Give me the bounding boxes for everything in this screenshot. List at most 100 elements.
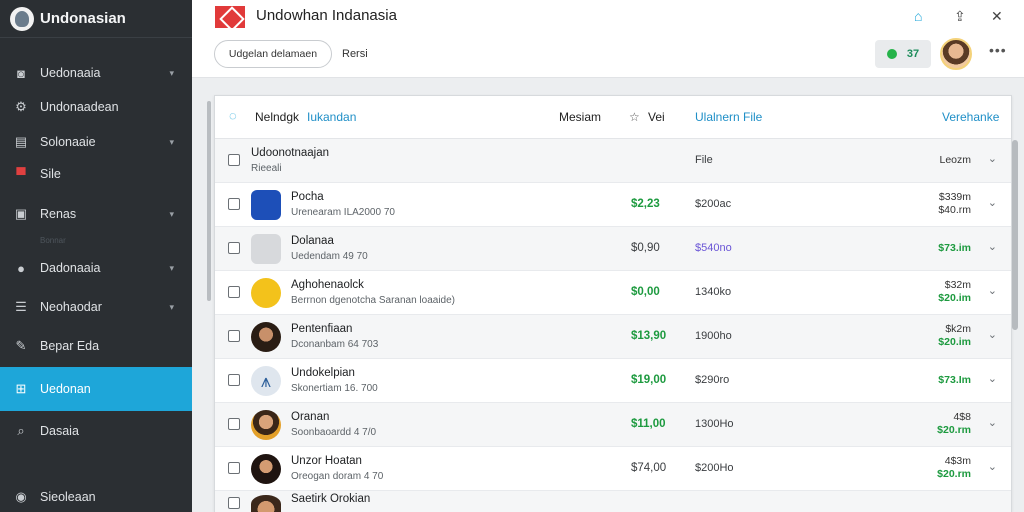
header-search-label: Nelndgk [255,110,300,124]
row-subtitle: Dconanbam 64 703 [291,339,379,350]
table-row[interactable]: Aghohenaolck Berrnon dgenotcha Saranan l… [215,271,1011,315]
row-right-value: $73.im [938,242,971,254]
row-file: 1340ko [695,286,732,298]
user-avatar[interactable] [940,38,972,70]
sidebar-item-renas[interactable]: ▣ Renas ▾ [0,192,192,236]
filter-pill-button[interactable]: Udgelan delamaen [214,40,332,68]
search-icon[interactable]: ◌ [229,108,237,123]
sidebar-item-label: Solonaaie [40,135,96,149]
sidebar-item-label: Sile [40,167,61,181]
column-header-file[interactable]: Ulalnern File [695,110,762,124]
avatar [251,495,281,512]
row-subtitle: Rieeali [251,163,282,174]
row-file: $200ac [695,198,732,210]
sidebar-item-label: Renas [40,207,77,221]
row-right-value-2: $20.im [938,336,971,348]
app-title: Undowhan Indanasia [256,7,397,24]
sidebar-item-label: Dasaia [40,424,79,438]
row-checkbox[interactable] [228,497,240,509]
sidebar-item-label: Undonaadean [40,100,119,114]
row-checkbox[interactable] [228,418,240,430]
avatar [251,410,281,440]
row-price: $11,00 [631,418,666,430]
table-row[interactable]: Udoonotnaajan Rieeali File Leozm ⌄ [215,139,1011,183]
chevron-down-icon[interactable]: ⌄ [988,284,997,297]
row-right-value-2: $20.rm [937,468,971,480]
chevron-down-icon: ▾ [169,136,174,147]
sidebar-item-label: Uedonan [40,382,91,396]
row-name: Aghohenaolck [291,279,364,291]
sidebar-caption: Bonnar [40,236,66,245]
pencil-icon: ✎ [15,338,27,353]
row-file: $540no [695,242,732,254]
table-row[interactable]: Saetirk Orokian [215,491,1011,512]
sidebar-item-uedonan[interactable]: ⊞ Uedonan [0,367,192,411]
close-icon[interactable]: ✕ [991,8,1003,25]
row-checkbox[interactable] [228,242,240,254]
chevron-down-icon[interactable]: ⌄ [988,240,997,253]
sidebar-brand[interactable]: Undonasian [0,0,192,38]
tower-icon: ⩚ [251,366,281,396]
panel-resize-handle[interactable] [207,101,211,301]
column-header-name[interactable]: Mesiam [559,110,601,124]
document-icon: ▤ [14,134,28,149]
sidebar-item-label: Neohaodar [40,300,102,314]
sidebar-item-sieoleaan[interactable]: ◉ Sieoleaan [0,475,192,512]
row-checkbox[interactable] [228,330,240,342]
home-icon[interactable]: ⌂ [914,8,922,24]
status-indicator[interactable]: 37 [875,40,931,68]
bag-icon: ▣ [14,206,28,221]
header-link[interactable]: Iukandan [307,110,356,124]
table-row[interactable]: ⩚ Undokelpian Skonertiam 16. 700 $19,00 … [215,359,1011,403]
row-name: Pocha [291,191,324,203]
sidebar-item-neohaodar[interactable]: ☰ Neohaodar ▾ [0,285,192,329]
table-row[interactable]: Unzor Hoatan Oreogan doram 4 70 $74,00 $… [215,447,1011,491]
camera-icon: ◙ [17,65,25,81]
chevron-down-icon[interactable]: ⌄ [988,152,997,165]
table-row[interactable]: Oranan Soonbaoardd 4 7/0 $11,00 1300Ho 4… [215,403,1011,447]
sidebar-item-label: Dadonaaia [40,261,101,275]
app-thumbnail-icon [251,234,281,264]
sidebar-item-sile[interactable]: ▀ Sile [0,152,192,196]
list-icon: ☰ [15,299,27,314]
sidebar-item-bepar-eda[interactable]: ✎ Bepar Eda [0,324,192,368]
vertical-scrollbar[interactable] [1012,140,1018,330]
content-panel: ◌ Nelndgk Iukandan Mesiam ☆ Vei Ulalnern… [214,95,1012,512]
row-name: Dolanaa [291,235,334,247]
row-checkbox[interactable] [228,198,240,210]
star-icon[interactable]: ☆ [629,110,640,124]
more-options-icon[interactable]: ••• [989,42,1007,58]
brand-logo-icon [10,6,34,31]
row-checkbox[interactable] [228,374,240,386]
sidebar-item-dasaia[interactable]: ⌕ Dasaia [0,409,192,453]
chevron-down-icon[interactable]: ⌄ [988,196,997,209]
column-header-right[interactable]: Verehanke [942,110,999,124]
row-checkbox[interactable] [228,154,240,166]
chevron-down-icon[interactable]: ⌄ [988,460,997,473]
row-right-value: $73.Im [938,374,971,386]
chevron-down-icon: ▾ [169,301,174,312]
chevron-down-icon[interactable]: ⌄ [988,416,997,429]
column-header-star[interactable]: Vei [648,110,665,124]
row-name: Oranan [291,411,330,423]
chevron-down-icon[interactable]: ⌄ [988,328,997,341]
filter-bar: Udgelan delamaen Rersi 37 ••• [192,36,1024,78]
sidebar: Undonasian ◙ Uedonaaia ▾ ⚙ Undonaadean ▤… [0,0,192,512]
row-checkbox[interactable] [228,286,240,298]
share-icon[interactable]: ⇪ [954,8,966,25]
table-row[interactable]: Pentenfiaan Dconanbam 64 703 $13,90 1900… [215,315,1011,359]
avatar [251,454,281,484]
sidebar-item-dadonaaia[interactable]: ● Dadonaaia ▾ [0,246,192,290]
table-row[interactable]: Pocha Urenearam ILA2000 70 $2,23 $200ac … [215,183,1011,227]
row-file: File [695,154,713,166]
row-right-value-2: $20.im [938,292,971,304]
sidebar-item-label: Sieoleaan [40,490,96,504]
chevron-down-icon[interactable]: ⌄ [988,372,997,385]
row-checkbox[interactable] [228,462,240,474]
row-right-values: $32m $20.im [938,279,971,305]
row-right-values: $339m $40.rm [938,191,971,217]
table-row[interactable]: Dolanaa Uedendam 49 70 $0,90 $540no $73.… [215,227,1011,271]
row-right-value-1: 4$8 [953,411,971,423]
filter-label[interactable]: Rersi [342,48,368,60]
row-name: Unzor Hoatan [291,455,362,467]
